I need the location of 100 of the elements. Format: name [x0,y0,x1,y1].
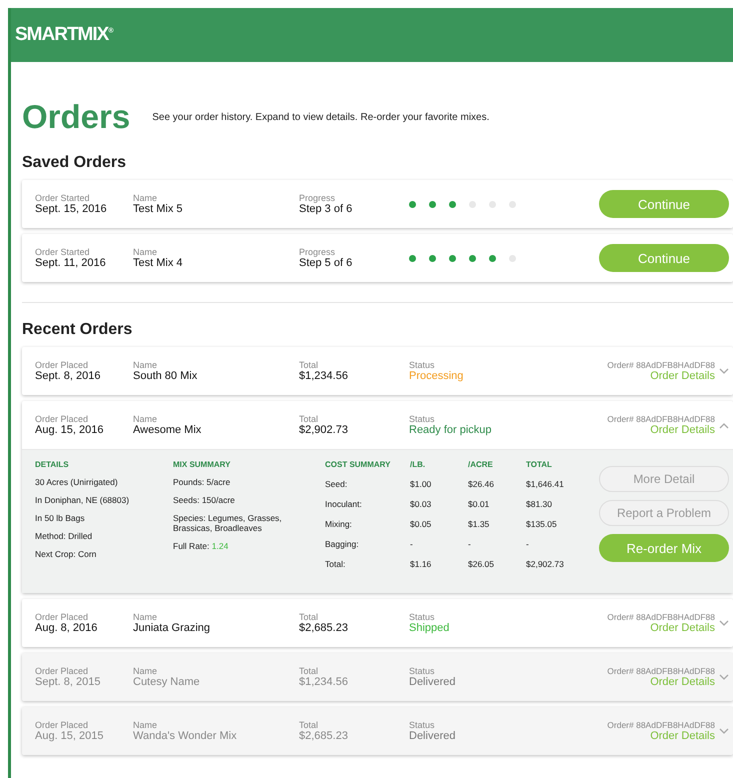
order-total: $2,685.23 [299,622,349,634]
field-label: Status [409,360,436,370]
order-name: Test Mix 4 [133,257,184,269]
order-details-link[interactable]: Order Details [607,622,715,634]
field-label: Status [409,612,436,622]
table-cell: $2,902.73 [526,559,564,569]
order-status: Shipped [409,622,450,634]
order-number: Order# 88AdDFB8HAdDF88 [607,666,715,676]
field-label: Progress [299,193,336,203]
table-cell: $26.46 [468,479,494,489]
order-status: Delivered [409,730,456,742]
chevron-down-icon[interactable] [719,620,729,626]
detail-text: Method: Drilled [35,531,94,541]
order-date: Aug. 15, 2016 [35,424,105,436]
table-cell: $81.30 [526,499,552,509]
order-details-link[interactable]: Order Details [607,730,715,742]
section-heading: DETAILS [35,460,70,469]
order-status: Ready for pickup [409,424,493,436]
table-cell: Inoculant: [325,499,362,509]
field-label: Name [133,612,158,622]
order-details-link[interactable]: Order Details [607,424,715,436]
column-header: COST SUMMARY [325,460,410,479]
progress-dot [449,254,456,262]
field-label: Total [299,414,320,424]
order-total: $2,902.73 [299,424,349,436]
table-cell: - [526,539,529,549]
progress-dot [469,254,476,262]
continue-button[interactable]: Continue [599,190,729,218]
table-cell: $1.16 [410,559,432,569]
progress-dot [409,254,416,262]
table-cell: - [468,539,471,549]
section-heading: MIX SUMMARY [173,460,232,469]
field-label: Status [409,720,436,730]
order-number: Order# 88AdDFB8HAdDF88 [607,414,715,424]
column-header: /ACRE [468,460,526,479]
column-header: TOTAL [526,460,553,471]
field-label: Order Started [35,247,91,257]
section-heading: Saved Orders [22,154,128,172]
continue-button[interactable]: Continue [599,244,729,272]
secondary-button[interactable]: More Detail [599,466,729,492]
field-label: Progress [299,247,336,257]
detail-text: Pounds: 5/acre [173,477,232,487]
chevron-down-icon[interactable] [719,728,729,734]
table-cell: $1,646.41 [526,479,564,489]
field-label: Name [133,247,158,257]
page-title: Orders [22,98,130,136]
field-label: Order Started [35,193,91,203]
field-label: Total [299,612,320,622]
order-details-link[interactable]: Order Details [607,676,715,688]
reorder-button[interactable]: Re-order Mix [599,534,729,562]
order-details-link[interactable]: Order Details [607,370,715,382]
chevron-down-icon[interactable] [719,674,729,680]
secondary-button[interactable]: Report a Problem [599,500,729,526]
order-name: South 80 Mix [133,370,198,382]
table-cell: $0.01 [468,499,490,509]
order-date: Sept. 15, 2016 [35,203,108,215]
table-cell: $1.35 [468,519,490,529]
order-status: Delivered [409,676,456,688]
table-cell: $26.05 [468,559,494,569]
field-label: Total [299,360,320,370]
order-date: Sept. 11, 2016 [35,257,107,269]
detail-text: In Doniphan, NE (68803) [35,495,130,505]
order-name: Wanda's Wonder Mix [133,730,238,742]
order-date: Sept. 8, 2015 [35,676,102,688]
detail-text: 30 Acres (Unirrigated) [35,477,119,487]
order-total: $1,234.56 [299,370,349,382]
field-label: Total [299,720,320,730]
table-cell: Mixing: [325,519,352,529]
table-cell: Bagging: [325,539,359,549]
field-label: Order Placed [35,360,90,370]
progress-dot [449,200,456,208]
page-subtitle: See your order history. Expand to view details. Re-order your favorite mixes. [152,112,490,122]
field-label: Status [409,414,436,424]
table-cell: $1.00 [410,479,432,489]
detail-text: In 50 lb Bags [35,513,86,523]
progress-dot [429,254,436,262]
field-label: Order Placed [35,414,90,424]
table-cell: $135.05 [526,519,557,529]
order-date: Aug. 15, 2015 [35,730,105,742]
column-header: /LB. [410,460,468,479]
section-heading: Recent Orders [22,321,134,339]
progress-text: Step 5 of 6 [299,257,354,269]
field-label: Order Placed [35,612,90,622]
order-name: Juniata Grazing [133,622,212,634]
logo[interactable]: SMARTMIX$^{®}$ [15,24,112,46]
progress-dot [429,200,436,208]
chevron-up-icon[interactable] [719,422,729,428]
progress-dot [409,200,416,208]
field-label: Name [133,360,158,370]
order-number: Order# 88AdDFB8HAdDF88 [607,360,715,370]
field-label: Order Placed [35,720,90,730]
order-number: Order# 88AdDFB8HAdDF88 [607,720,715,730]
chevron-down-icon[interactable] [719,368,729,374]
detail-text: Next Crop: Corn [35,549,98,559]
field-label: Name [133,414,158,424]
order-date: Aug. 8, 2016 [35,622,98,634]
progress-dot [489,254,496,262]
field-label: Total [299,666,320,676]
table-cell: - [410,539,413,549]
order-date: Sept. 8, 2016 [35,370,102,382]
